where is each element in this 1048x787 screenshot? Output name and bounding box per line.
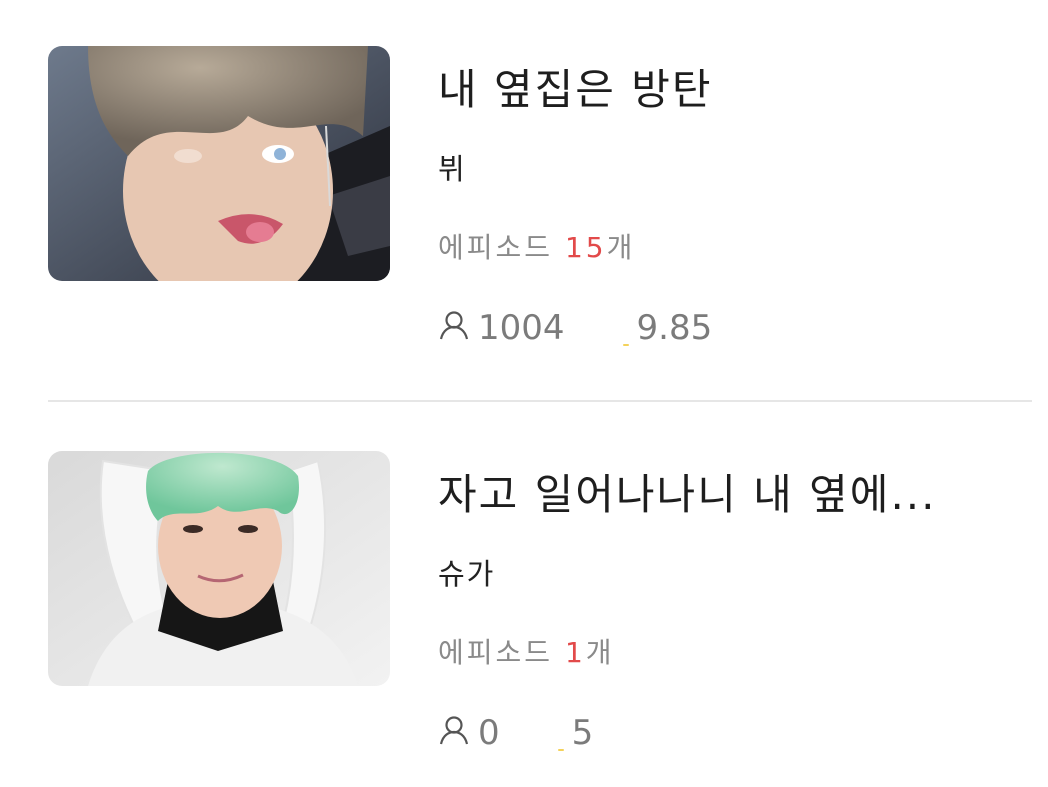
episode-number: 1 [564,636,586,669]
episode-label: 에피소드 [438,636,565,669]
star-icon [621,340,631,350]
rating-value: 9.85 [636,308,713,348]
list-divider [48,400,1032,402]
story-stats: 05 [438,713,593,753]
view-count: 1004 [478,308,565,348]
story-card[interactable]: 자고 일어나나니 내 옆에... 슈가 에피소드 1개 05 [48,451,1032,753]
rating-value: 5 [571,713,594,753]
episode-number: 15 [564,231,607,264]
episode-label: 에피소드 [438,231,565,264]
episode-unit: 개 [606,231,636,264]
view-count: 0 [478,713,500,753]
person-icon [439,311,469,340]
star-icon [556,745,566,755]
story-author: 뷔 [438,152,467,186]
story-title[interactable]: 내 옆집은 방탄 [438,56,713,117]
person-icon [439,716,469,745]
thumbnail-image [48,451,390,686]
episode-count: 에피소드 15개 [438,226,635,266]
story-title[interactable]: 자고 일어나나니 내 옆에... [438,461,937,522]
story-thumbnail[interactable] [48,451,390,686]
story-card[interactable]: 내 옆집은 방탄 뷔 에피소드 15개 1004 9.85 [48,46,1032,348]
episode-count: 에피소드 1개 [438,631,615,671]
story-thumbnail[interactable] [48,46,390,281]
story-stats: 1004 9.85 [438,308,712,348]
thumbnail-image [48,46,390,281]
episode-unit: 개 [585,636,615,669]
story-author: 슈가 [438,557,496,591]
